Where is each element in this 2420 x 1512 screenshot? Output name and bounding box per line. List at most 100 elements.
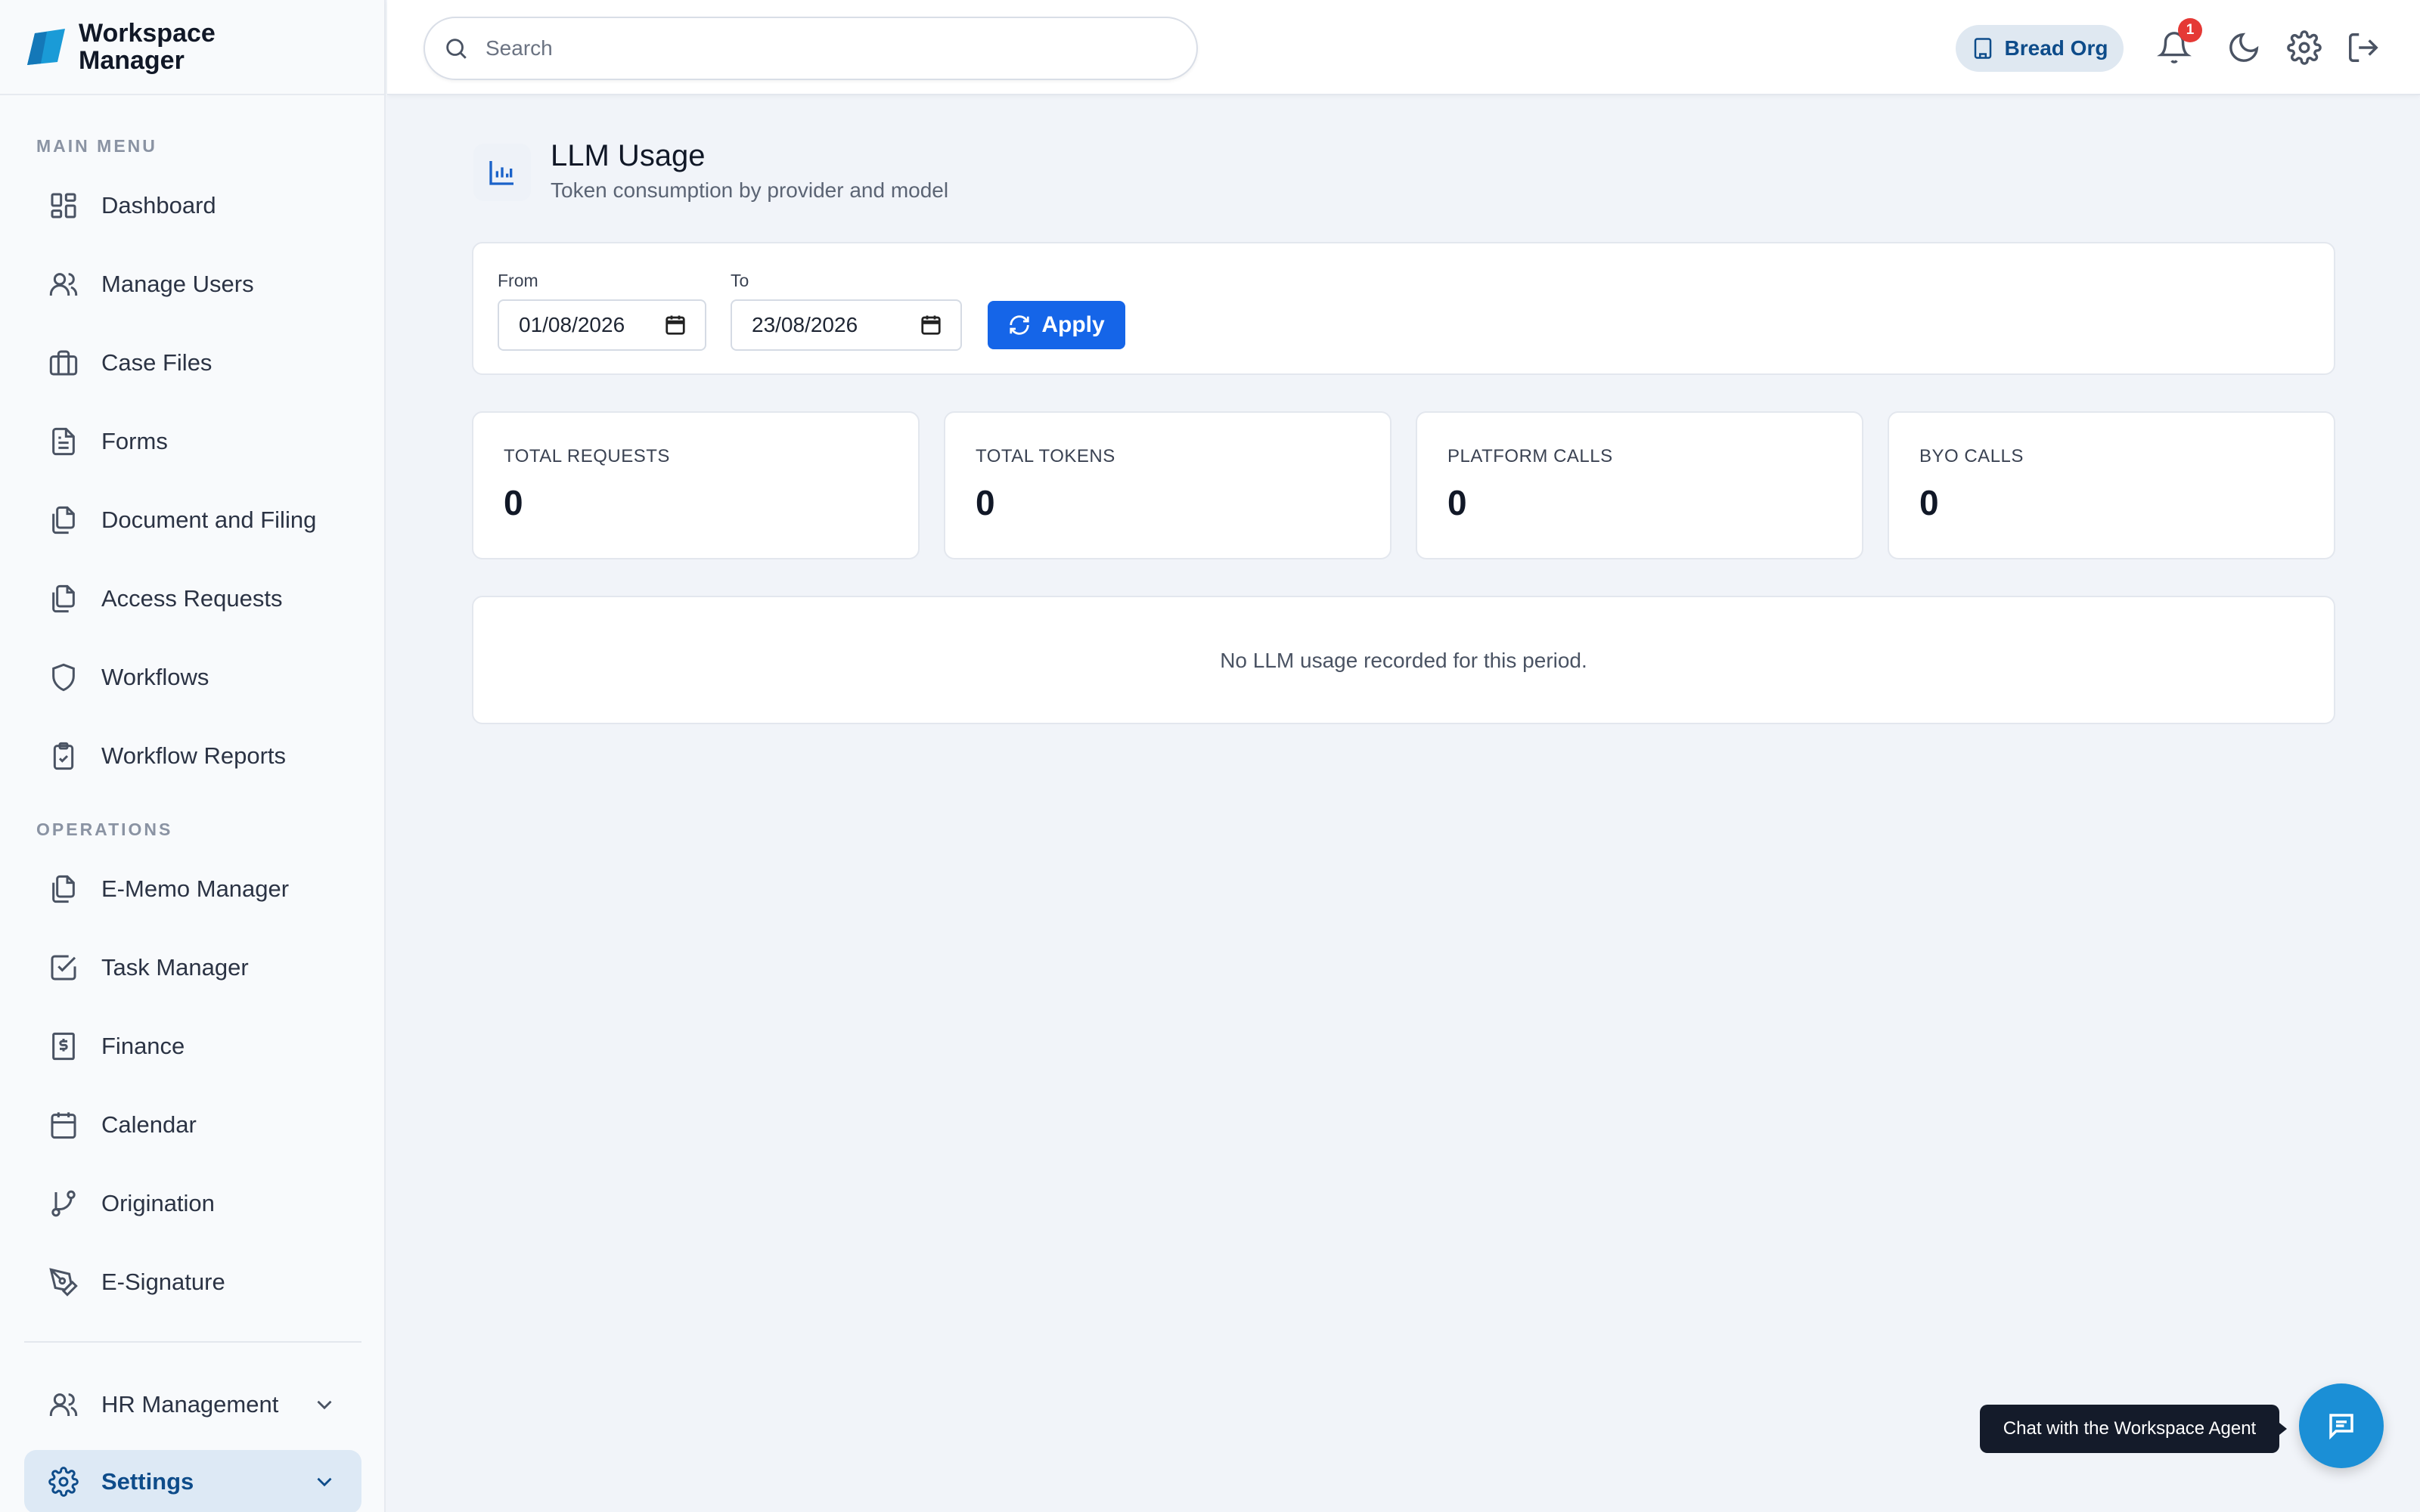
git-branch-icon	[51, 1190, 76, 1217]
from-label: From	[498, 271, 538, 290]
calendar-icon[interactable]	[664, 314, 687, 336]
main-menu-label: MAIN MENU	[36, 136, 157, 156]
sidebar-item-label: Task Manager	[101, 954, 249, 981]
dashboard-icon	[51, 193, 76, 218]
sidebar-item-dashboard[interactable]: Dashboard	[24, 174, 361, 237]
sidebar-item-settings[interactable]: Settings	[24, 1450, 361, 1512]
dollar-receipt-icon	[52, 1032, 75, 1061]
org-name: Bread Org	[2004, 36, 2108, 60]
sidebar: Workspace Manager MAIN MENU Dashboard Ma…	[0, 0, 386, 1512]
apply-label: Apply	[1041, 312, 1105, 337]
users-icon	[49, 273, 78, 296]
apply-button[interactable]: Apply	[988, 301, 1125, 349]
chat-icon	[2329, 1414, 2353, 1440]
date-filter-card: From 01/08/2026 To 23/08/2026 Apply	[472, 242, 2335, 375]
stat-value: 0	[976, 483, 995, 522]
gear-icon[interactable]	[2287, 30, 2322, 65]
files-icon	[52, 584, 75, 613]
sidebar-item-calendar[interactable]: Calendar	[24, 1093, 361, 1157]
bar-chart-icon	[473, 144, 531, 201]
sidebar-item-label: Origination	[101, 1190, 215, 1216]
sidebar-item-label: Workflow Reports	[101, 742, 287, 769]
logout-icon[interactable]	[2346, 30, 2381, 65]
stat-card-total-requests: TOTAL REQUESTS 0	[472, 411, 920, 559]
search-icon	[446, 39, 467, 59]
stat-card-total-tokens: TOTAL TOKENS 0	[944, 411, 1392, 559]
page-title: LLM Usage	[551, 139, 706, 172]
calendar-icon[interactable]	[920, 314, 942, 336]
gear-icon	[48, 1467, 79, 1497]
stat-value: 0	[1919, 483, 1939, 522]
refresh-icon	[1010, 315, 1029, 335]
chat-tooltip: Chat with the Workspace Agent	[1980, 1405, 2287, 1453]
sidebar-item-workflow-reports[interactable]: Workflow Reports	[24, 724, 361, 788]
sidebar-item-label: E-Signature	[101, 1269, 225, 1295]
pen-tool-icon	[49, 1268, 78, 1297]
stat-value: 0	[504, 483, 523, 522]
stat-label: TOTAL REQUESTS	[504, 446, 670, 466]
users-icon	[49, 1393, 78, 1416]
from-date-value: 01/08/2026	[519, 313, 625, 336]
document-icon	[52, 427, 75, 456]
page-subtitle: Token consumption by provider and model	[551, 178, 949, 202]
empty-state-message: No LLM usage recorded for this period.	[1220, 649, 1587, 672]
sidebar-item-e-memo-manager[interactable]: E-Memo Manager	[24, 857, 361, 921]
stat-label: TOTAL TOKENS	[976, 446, 1115, 466]
usage-table-card: No LLM usage recorded for this period.	[472, 596, 2335, 724]
files-icon	[52, 875, 75, 903]
stat-card-byo-calls: BYO CALLS 0	[1888, 411, 2335, 559]
sidebar-item-document-and-filing[interactable]: Document and Filing	[24, 488, 361, 552]
files-icon	[52, 506, 75, 534]
operations-label: OPERATIONS	[36, 820, 173, 839]
stat-card-platform-calls: PLATFORM CALLS 0	[1416, 411, 1863, 559]
briefcase-icon	[49, 350, 78, 376]
to-label: To	[731, 271, 749, 290]
sidebar-item-label: E-Memo Manager	[101, 875, 290, 902]
checkbox-icon	[51, 955, 76, 981]
sidebar-item-finance[interactable]: Finance	[24, 1015, 361, 1078]
clipboard-check-icon	[53, 742, 74, 770]
from-date-input[interactable]: 01/08/2026	[498, 299, 706, 351]
sidebar-item-case-files[interactable]: Case Files	[24, 331, 361, 395]
to-date-value: 23/08/2026	[752, 313, 858, 336]
sidebar-item-task-manager[interactable]: Task Manager	[24, 936, 361, 999]
org-switcher[interactable]: Bread Org	[1956, 25, 2124, 72]
chevron-down-icon[interactable]	[312, 1392, 337, 1418]
sidebar-item-label: Calendar	[101, 1111, 197, 1138]
sidebar-item-manage-users[interactable]: Manage Users	[24, 253, 361, 316]
chevron-down-icon[interactable]	[312, 1469, 337, 1495]
to-date-input[interactable]: 23/08/2026	[731, 299, 962, 351]
shield-icon	[52, 663, 75, 692]
sidebar-item-workflows[interactable]: Workflows	[24, 646, 361, 709]
brand-name: Workspace Manager	[79, 19, 216, 75]
sidebar-item-label: Manage Users	[101, 271, 254, 297]
brand[interactable]: Workspace Manager	[0, 0, 384, 95]
sidebar-item-access-requests[interactable]: Access Requests	[24, 567, 361, 631]
sidebar-item-forms[interactable]: Forms	[24, 410, 361, 473]
sidebar-item-label: Settings	[101, 1468, 194, 1495]
stat-label: BYO CALLS	[1919, 446, 2024, 466]
sidebar-item-e-signature[interactable]: E-Signature	[24, 1250, 361, 1314]
sidebar-item-label: Dashboard	[101, 192, 216, 218]
moon-icon[interactable]	[2226, 30, 2261, 65]
sidebar-item-label: HR Management	[101, 1391, 279, 1418]
sidebar-item-label: Access Requests	[101, 585, 283, 612]
sidebar-item-origination[interactable]: Origination	[24, 1172, 361, 1235]
sidebar-item-label: Forms	[101, 428, 168, 454]
sidebar-item-label: Finance	[101, 1033, 185, 1059]
sidebar-item-label: Case Files	[101, 349, 213, 376]
building-icon	[1974, 38, 1991, 59]
sidebar-divider	[24, 1341, 361, 1343]
sidebar-item-label: Document and Filing	[101, 507, 317, 533]
search-box[interactable]	[424, 17, 1198, 80]
stat-label: PLATFORM CALLS	[1447, 446, 1613, 466]
sidebar-item-hr-management[interactable]: HR Management	[24, 1373, 361, 1436]
stat-value: 0	[1447, 483, 1467, 522]
top-bar: Bread Org 1	[387, 0, 2420, 95]
notification-badge: 1	[2178, 18, 2202, 42]
logo-icon	[27, 29, 65, 65]
calendar-icon	[51, 1112, 76, 1139]
sidebar-item-label: Workflows	[101, 664, 209, 690]
chat-agent-button[interactable]	[2299, 1383, 2384, 1468]
search-input[interactable]	[486, 36, 1166, 60]
